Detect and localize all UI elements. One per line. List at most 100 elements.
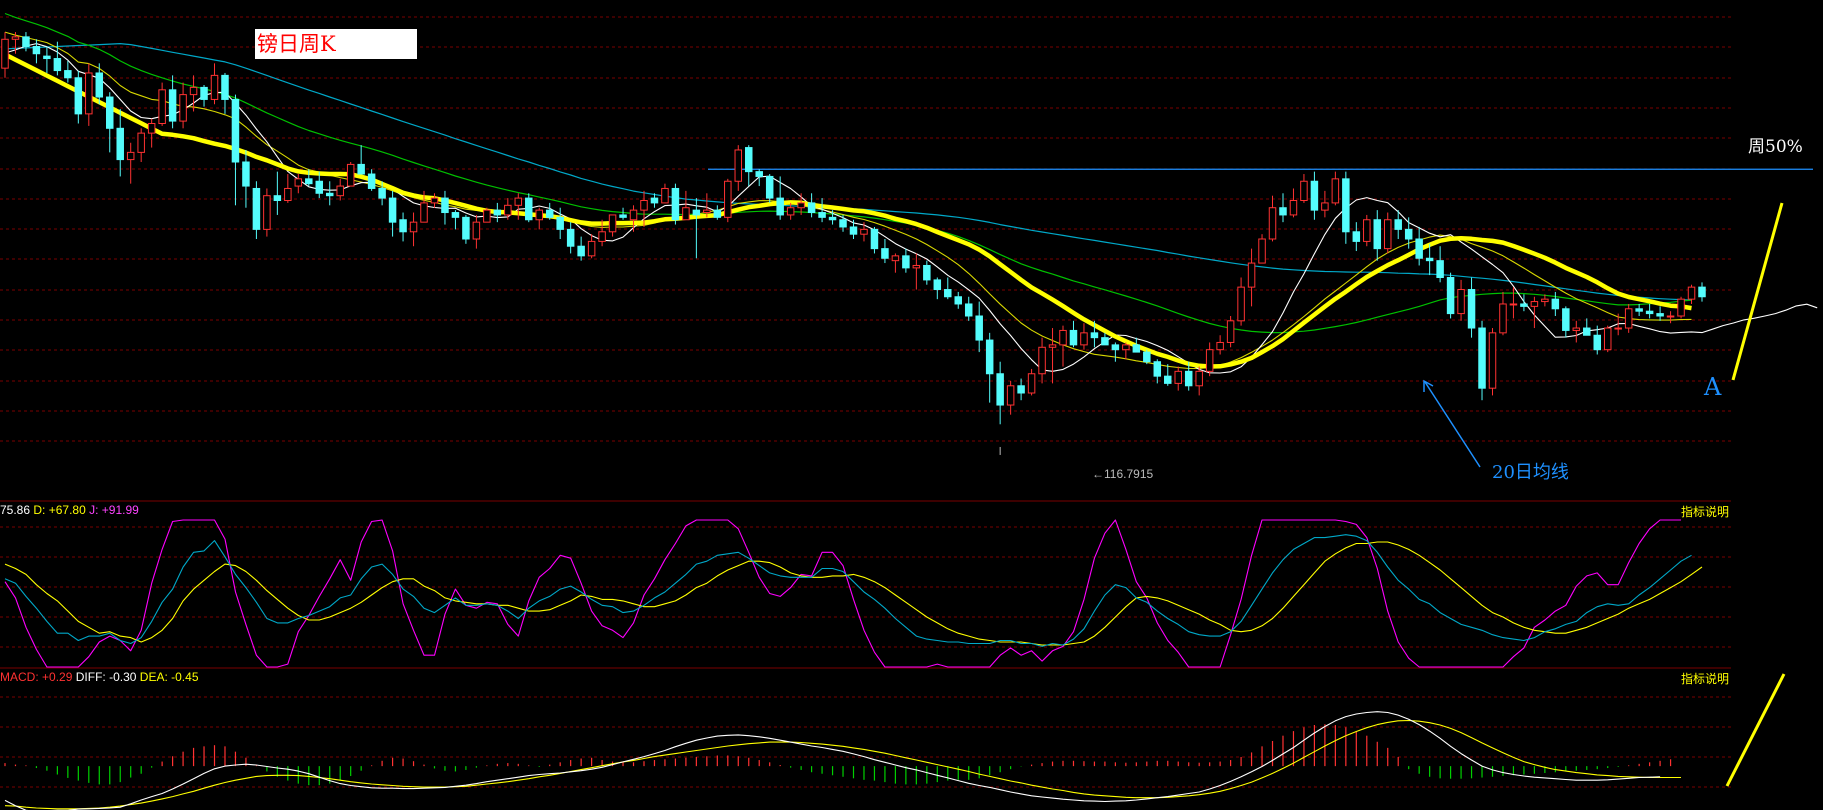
candle <box>388 190 397 237</box>
dea-value: -0.45 <box>171 670 199 684</box>
candle-body <box>74 77 83 115</box>
candle-body <box>22 36 30 47</box>
candle <box>577 236 585 261</box>
candle-body <box>210 74 219 100</box>
kdj-readout: 75.86 D: +67.80 J: +91.99 <box>0 503 139 517</box>
candle <box>284 174 292 203</box>
ma-white-line <box>4 43 1818 374</box>
candle <box>1111 342 1120 362</box>
candle <box>1289 188 1298 218</box>
candle <box>85 63 93 126</box>
candle-body <box>294 178 303 187</box>
candle-body <box>1111 344 1120 351</box>
candle <box>1300 174 1308 203</box>
candle-body <box>671 187 680 221</box>
candle-body <box>1143 351 1151 363</box>
ma-green-line <box>4 12 1692 334</box>
candle-body <box>912 264 921 269</box>
candle <box>1583 318 1591 336</box>
candle <box>1624 303 1633 333</box>
candle-body <box>200 86 208 100</box>
candle <box>608 214 617 237</box>
low-price-value: 116.7915 <box>1104 467 1154 481</box>
candle <box>1373 210 1382 261</box>
macd-panel <box>4 711 1681 810</box>
candle-body <box>1258 238 1266 264</box>
candle-body <box>1687 286 1696 300</box>
candle <box>1247 248 1256 307</box>
candle-body <box>483 209 491 223</box>
candle <box>849 219 858 239</box>
kdj-help-link[interactable]: 指标说明 <box>1681 503 1729 520</box>
candle <box>1069 320 1078 348</box>
candle-body <box>629 209 638 221</box>
candle <box>545 202 554 220</box>
candle <box>902 248 910 273</box>
candle-body <box>231 98 240 163</box>
candle-body <box>1373 219 1382 250</box>
candle-body <box>566 228 575 247</box>
candle <box>1258 234 1266 264</box>
diff-label: DIFF: <box>75 670 106 684</box>
candle-body <box>724 180 732 218</box>
kdj-k-value: 75.86 <box>0 503 31 517</box>
candle <box>535 207 543 230</box>
candle-body <box>1541 298 1549 303</box>
candle <box>1488 328 1497 396</box>
candle <box>1216 335 1224 355</box>
candle-body <box>577 245 585 257</box>
candle-body <box>1289 200 1298 216</box>
candle-body <box>1446 277 1455 315</box>
candle-body <box>619 214 627 218</box>
candle-body <box>1603 327 1612 351</box>
candle <box>1436 246 1444 283</box>
candle-body <box>1467 289 1476 329</box>
macd-help-link[interactable]: 指标说明 <box>1681 670 1729 687</box>
candle <box>336 178 344 201</box>
candle-body <box>357 163 365 175</box>
candle <box>106 92 114 153</box>
candle-body <box>53 58 62 72</box>
candle <box>514 193 523 220</box>
candle-body <box>1195 370 1203 387</box>
candle <box>189 75 198 112</box>
candle-body <box>64 70 72 79</box>
candle-body <box>1478 327 1486 389</box>
candle-body <box>975 315 983 341</box>
candle <box>74 70 83 124</box>
candle-body <box>106 96 114 129</box>
candle-body <box>1415 238 1423 259</box>
macd-diff-line <box>4 711 1661 810</box>
candle-body <box>420 202 428 223</box>
candle-body <box>367 173 376 189</box>
candle <box>43 46 51 73</box>
candle <box>1572 320 1581 343</box>
candle <box>724 178 732 223</box>
candle-body <box>1184 370 1193 387</box>
low-price-label: ←116.7915 <box>1092 467 1154 481</box>
candle <box>692 198 701 259</box>
candle <box>1164 364 1172 386</box>
candle-body <box>891 255 900 262</box>
candle-body <box>1436 260 1444 278</box>
yellow-stroke-lower <box>1725 673 1786 787</box>
candle <box>1226 316 1235 348</box>
candle-body <box>954 296 963 305</box>
candle <box>472 214 481 249</box>
candle-body <box>1551 298 1560 310</box>
diff-value: -0.30 <box>109 670 137 684</box>
candle <box>1415 226 1423 266</box>
candle-body <box>608 214 617 233</box>
candle-body <box>650 197 659 204</box>
ma20-label: 20日均线 <box>1492 462 1569 483</box>
moving-averages <box>3 12 1818 374</box>
candle <box>231 94 240 206</box>
candle <box>451 210 460 230</box>
candle-body <box>1048 344 1057 348</box>
candle-body <box>388 197 397 223</box>
candle <box>1551 291 1560 316</box>
candle <box>462 214 470 244</box>
candle-body <box>860 228 868 235</box>
candle <box>1205 342 1214 377</box>
candle <box>1321 190 1329 218</box>
